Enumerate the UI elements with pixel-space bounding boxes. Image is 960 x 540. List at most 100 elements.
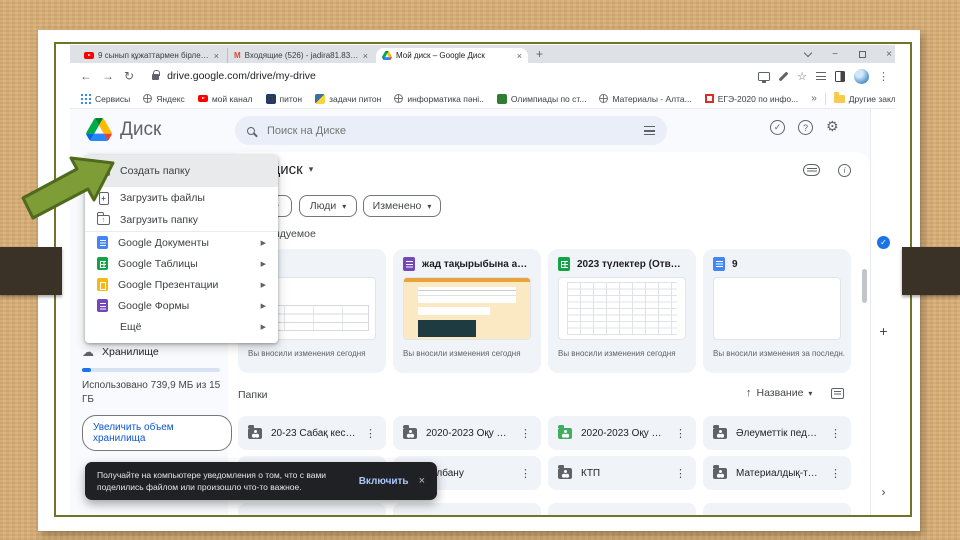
settings-gear-icon[interactable]: ⚙: [826, 118, 839, 135]
tab-close-icon[interactable]: ×: [517, 51, 522, 61]
forward-icon[interactable]: →: [102, 69, 114, 83]
more-options-icon[interactable]: ⋮: [675, 467, 686, 480]
bookmark-olympiads[interactable]: Олимпиады по ст...: [496, 93, 586, 104]
layout-toggle-icon[interactable]: [803, 164, 820, 176]
toast-enable-button[interactable]: Включить: [359, 476, 409, 487]
reload-icon[interactable]: ↻: [124, 69, 134, 83]
ribbon-band-right: [902, 247, 960, 295]
search-input[interactable]: [265, 123, 634, 138]
bookmark-my-channel[interactable]: мой канал: [197, 94, 253, 104]
lock-icon: [152, 70, 161, 80]
file-card[interactable]: жад тақырыбына арна... Вы вносили измене…: [393, 249, 541, 373]
window-restore-button[interactable]: [850, 45, 874, 63]
youtube-icon: [197, 95, 208, 102]
file-card[interactable]: 2023 түлектер (Ответы) Вы вносили измене…: [548, 249, 696, 373]
bookmark-informatics[interactable]: информатика пәні..: [394, 94, 484, 104]
globe-icon: [394, 94, 404, 103]
browser-profile-avatar[interactable]: [854, 68, 869, 84]
file-card[interactable]: 9 Вы вносили изменения за последн...: [703, 249, 851, 373]
search-filters-icon[interactable]: [644, 126, 655, 135]
check-circle-icon: ✓: [770, 120, 785, 135]
more-options-icon[interactable]: ⋮: [675, 427, 686, 440]
more-options-icon[interactable]: ⋮: [830, 427, 841, 440]
menu-item-google-docs[interactable]: Google Документы ▶: [85, 232, 278, 253]
toast-close-icon[interactable]: ×: [419, 475, 425, 487]
tab-close-icon[interactable]: ×: [363, 51, 368, 61]
address-bar: ← → ↻ drive.google.com/drive/my-drive ☆ …: [70, 63, 895, 89]
tab-label: 9 сынып құжаттармен бірлесіп: [98, 51, 210, 60]
side-panel-icon[interactable]: [835, 70, 845, 82]
folder-chip[interactable]: КТП ⋮: [548, 456, 696, 490]
folder-icon: [403, 424, 417, 439]
tab-close-icon[interactable]: ×: [214, 51, 219, 61]
chevron-down-icon: ▾: [808, 388, 813, 398]
offline-status-button[interactable]: ✓: [770, 120, 785, 135]
bookmark-services[interactable]: Сервисы: [80, 93, 130, 104]
bookmark-star-icon[interactable]: ☆: [797, 70, 807, 83]
more-options-icon[interactable]: ⋮: [520, 467, 531, 480]
bookmark-python-tasks[interactable]: задачи питон: [315, 93, 381, 104]
menu-item-more[interactable]: Ещё ▶: [85, 316, 278, 337]
edit-icon[interactable]: [779, 72, 788, 81]
storage-progress-bar: [82, 368, 220, 372]
window-dropdown-button[interactable]: [796, 45, 820, 63]
add-panel-app-icon[interactable]: +: [877, 323, 890, 339]
filter-chip-people[interactable]: Люди ▾: [299, 195, 357, 217]
tab-drive-active[interactable]: Мой диск – Google Диск ×: [376, 48, 528, 63]
new-tab-button[interactable]: +: [536, 47, 543, 61]
divider: [824, 92, 826, 105]
tab-gmail[interactable]: M Входящие (526) - jadira81.8383@ ×: [227, 48, 374, 63]
google-side-panel: ✓ + ›: [870, 109, 895, 515]
expand-panel-icon[interactable]: ›: [877, 485, 890, 499]
chevron-down-icon: ▾: [342, 201, 347, 211]
python-logo-icon: [315, 93, 326, 104]
bookmark-yandex[interactable]: Яндекс: [143, 94, 185, 104]
menu-item-google-forms[interactable]: Google Формы ▶: [85, 295, 278, 316]
menu-item-google-sheets[interactable]: Google Таблицы ▶: [85, 253, 278, 274]
tab-youtube[interactable]: 9 сынып құжаттармен бірлесіп ×: [78, 48, 225, 63]
tab-search-icon[interactable]: [816, 72, 826, 80]
window-minimize-button[interactable]: −: [823, 45, 847, 63]
file-card-caption: Вы вносили изменения сегодня: [558, 349, 676, 358]
help-button[interactable]: ?: [798, 120, 813, 135]
window-close-button[interactable]: ×: [877, 45, 895, 63]
folder-icon: [248, 424, 262, 439]
address-bar-url[interactable]: drive.google.com/drive/my-drive: [167, 70, 316, 82]
more-options-icon[interactable]: ⋮: [365, 427, 376, 440]
folder-chip[interactable]: Материалдық-тех... ⋮: [703, 456, 851, 490]
folder-chip[interactable]: 20-23 Сабақ кест... ⋮: [238, 416, 386, 450]
folder-chip[interactable]: 2020-2023 Оқу ж... ⋮: [548, 416, 696, 450]
bookmarks-overflow-icon[interactable]: »: [811, 93, 817, 104]
tasks-icon[interactable]: ✓: [877, 236, 890, 249]
browser-menu-icon[interactable]: ⋮: [878, 70, 889, 83]
ege-site-icon: [704, 94, 714, 103]
bookmark-ege[interactable]: ЕГЭ-2020 по инфо...: [704, 94, 798, 104]
forms-icon: [97, 299, 108, 312]
more-options-icon[interactable]: ⋮: [520, 427, 531, 440]
folder-chip[interactable]: [548, 503, 696, 515]
sort-control[interactable]: ↑ Название ▾: [746, 387, 845, 399]
tab-label: Мой диск – Google Диск: [396, 51, 485, 60]
bookmark-materials[interactable]: Материалы - Алта...: [599, 94, 692, 104]
filter-chip-modified[interactable]: Изменено ▾: [363, 195, 441, 217]
content-scrollbar[interactable]: [862, 269, 867, 303]
folder-chip[interactable]: [703, 503, 851, 515]
send-to-device-icon[interactable]: [758, 71, 771, 83]
folder-chip[interactable]: 2020-2023 Оқу ж... ⋮: [393, 416, 541, 450]
file-card-caption: Вы вносили изменения сегодня: [248, 349, 366, 358]
folder-chip[interactable]: [238, 503, 386, 515]
storage-used-label: Использовано 739,9 МБ из 15 ГБ: [82, 380, 221, 405]
gmail-favicon-icon: M: [234, 50, 241, 60]
buy-storage-button[interactable]: Увеличить объем хранилища: [82, 415, 232, 451]
details-info-button[interactable]: i: [838, 164, 851, 177]
folder-chip[interactable]: [393, 503, 541, 515]
drive-search-bar[interactable]: [235, 116, 667, 145]
list-layout-icon[interactable]: [831, 387, 845, 399]
other-bookmarks-button[interactable]: Другие закладки: [833, 92, 895, 104]
folder-chip[interactable]: Әлеуметтік педаго... ⋮: [703, 416, 851, 450]
back-icon[interactable]: ←: [80, 69, 92, 83]
forms-icon: [403, 257, 415, 271]
bookmark-python[interactable]: Ппитон: [265, 93, 302, 104]
more-options-icon[interactable]: ⋮: [830, 467, 841, 480]
menu-item-google-slides[interactable]: Google Презентации ▶: [85, 274, 278, 295]
